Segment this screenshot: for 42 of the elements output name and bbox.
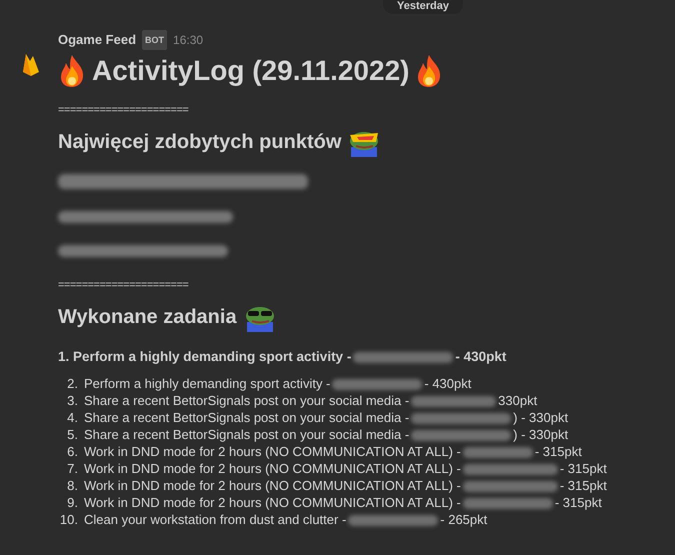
blurred-text [462, 447, 533, 458]
task-points: ) - 330pkt [513, 427, 568, 442]
task-number: 3. [66, 392, 79, 410]
task-text: Work in DND mode for 2 hours (NO COMMUNICATION AT ALL) - [84, 478, 461, 494]
task-text: Clean your workstation from dust and clutter - [84, 512, 346, 528]
task-text: Work in DND mode for 2 hours (NO COMMUNICATION AT ALL) - [84, 461, 461, 476]
task-number: 4. [66, 409, 79, 426]
task-number: 5. [66, 426, 79, 444]
flame-avatar-icon [22, 52, 40, 76]
bot-tag: BOT [142, 30, 168, 50]
task-number: 7. [66, 460, 79, 478]
task-points: - 315pkt [554, 495, 602, 510]
task-text: Share a recent BettorSignals post on your social media - [84, 410, 410, 426]
section-heading: Wykonane zadania [58, 305, 237, 330]
task-number: 8. [66, 477, 79, 494]
task-text: Perform a highly demanding sport activity - [84, 376, 330, 392]
task-number: 9. [66, 494, 79, 512]
author-name: Ogame Feed [58, 31, 136, 49]
fire-icon [58, 54, 86, 88]
message-title: ActivityLog (29.11.2022) [92, 54, 410, 88]
task-text: Work in DND mode for 2 hours (NO COMMUNICATION AT ALL) - [84, 495, 461, 510]
task-points: 330pkt [498, 393, 538, 408]
task-points: - 315pkt [560, 461, 607, 476]
separator-line: ====================== [58, 104, 190, 116]
task-number: 2. [66, 375, 79, 392]
task-text: Share a recent BettorSignals post on your social media - [84, 427, 410, 442]
timestamp: 16:30 [173, 32, 204, 49]
task-text: Share a recent BettorSignals post on your social media - [84, 393, 410, 408]
task-text: Work in DND mode for 2 hours (NO COMMUNICATION AT ALL) - [84, 444, 461, 460]
separator-line: ====================== [58, 279, 190, 291]
task-points: ) - 330pkt [513, 410, 568, 426]
task-number: 1. [58, 349, 70, 364]
task-points: - 315pkt [534, 444, 582, 460]
task-text: Perform a highly demanding sport activity - [73, 349, 352, 364]
task-points: - 430pkt [424, 376, 472, 392]
task-number: 10. [58, 511, 79, 528]
date-divider-label: Yesterday [383, 0, 463, 14]
section-heading: Najwięcej zdobytych punktów [58, 130, 342, 155]
task-points: - 265pkt [440, 512, 488, 528]
task-points: - 430pkt [455, 349, 506, 364]
task-points: - 315pkt [560, 478, 607, 494]
task-number: 6. [66, 443, 79, 460]
